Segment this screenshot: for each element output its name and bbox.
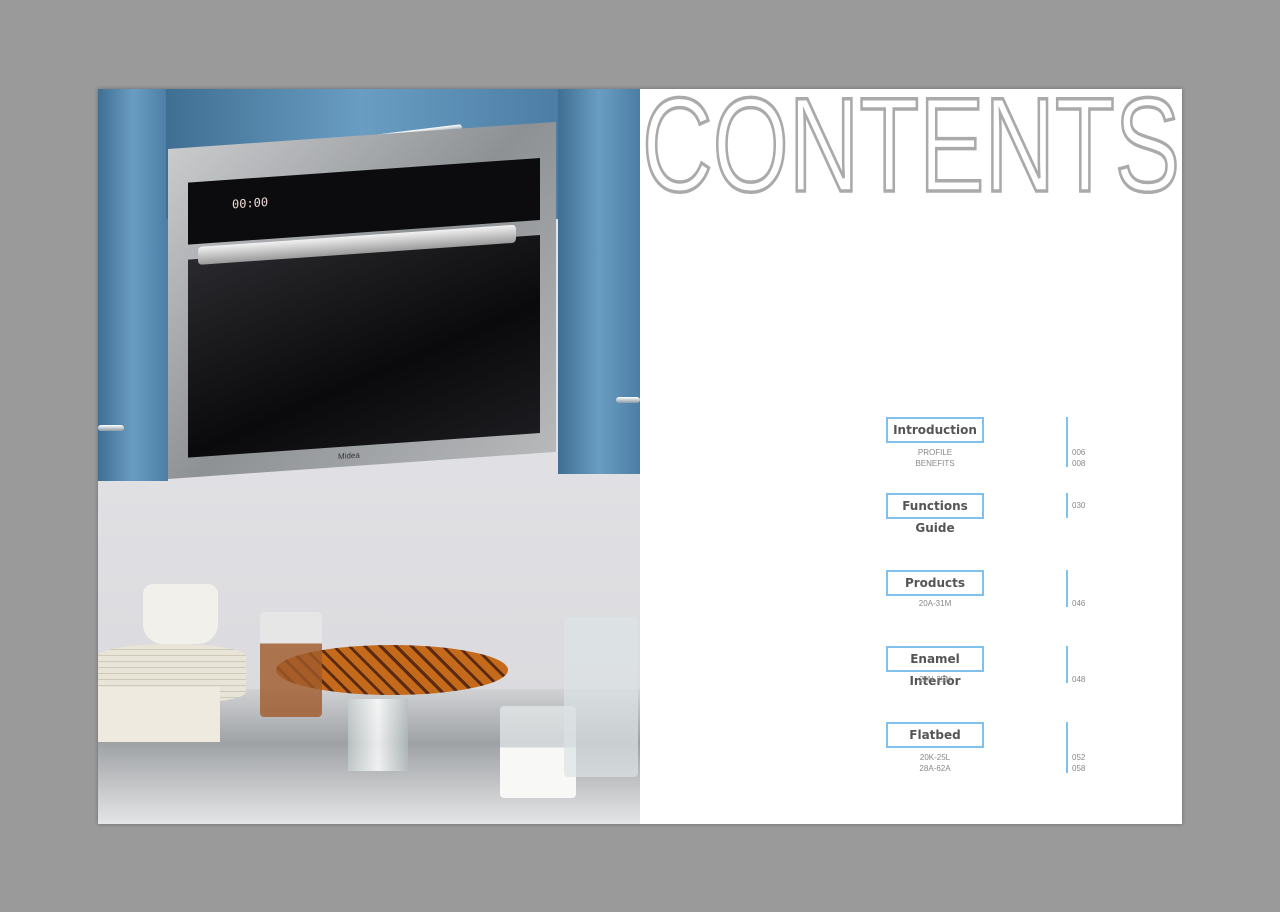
- cabinet-handle-right: [616, 397, 640, 403]
- page-number: 030: [1072, 501, 1086, 510]
- kitchen-oven-photo: 00:00 Midea: [98, 89, 640, 824]
- contents-title: CONTENTS: [640, 89, 1182, 199]
- subsection: BENEFITS: [915, 459, 955, 468]
- oven: 00:00 Midea: [168, 121, 556, 479]
- subsection: 28A-62A: [919, 764, 951, 773]
- divider-line: [1066, 570, 1068, 607]
- brochure-spread: 00:00 Midea CONTENTS Introduction PROFIL…: [98, 89, 1182, 824]
- divider-line: [1066, 417, 1068, 467]
- page-number: 052: [1072, 753, 1086, 762]
- page-number: 048: [1072, 675, 1086, 684]
- section-label[interactable]: Flatbed: [886, 722, 984, 748]
- page-number: 046: [1072, 599, 1086, 608]
- subsection: 20N-25N: [918, 675, 951, 684]
- section-label[interactable]: Products: [886, 570, 984, 596]
- cabinet-right: [558, 89, 640, 474]
- page-number: 008: [1072, 459, 1086, 468]
- section-label[interactable]: Enamel Interior: [886, 646, 984, 688]
- stacked-glasses: [564, 617, 638, 777]
- cabinet-left: [98, 89, 168, 481]
- oven-display: 00:00: [232, 194, 269, 212]
- divider-line: [1066, 722, 1068, 773]
- subsection: 20K-25L: [919, 753, 951, 762]
- napkin: [98, 687, 220, 742]
- cake-stand: [348, 699, 408, 771]
- cabinet-handle-left: [98, 425, 124, 431]
- divider-line: [1066, 493, 1068, 518]
- divider-line: [1066, 646, 1068, 683]
- brand-logo: Midea: [338, 450, 360, 462]
- teapot: [143, 584, 218, 644]
- subsection: 20A-31M: [918, 599, 952, 608]
- subsection: PROFILE: [917, 448, 953, 457]
- oven-door: [188, 234, 540, 458]
- section-label[interactable]: Introduction: [886, 417, 984, 443]
- contents-title-text: CONTENTS: [642, 89, 1180, 199]
- page-number: 058: [1072, 764, 1086, 773]
- glass-jar: [260, 612, 322, 717]
- section-label[interactable]: Functions Guide: [886, 493, 984, 535]
- page-number: 006: [1072, 448, 1086, 457]
